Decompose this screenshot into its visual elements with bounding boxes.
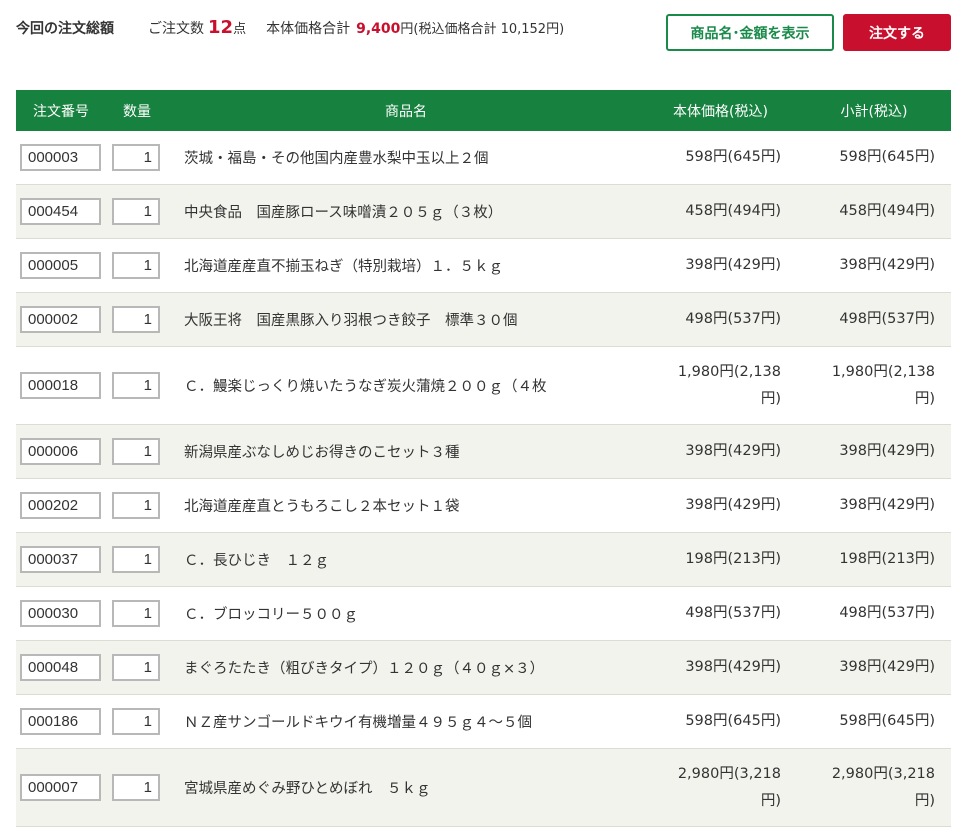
unit-price: 598円(645円) bbox=[685, 149, 781, 165]
quantity-input[interactable] bbox=[112, 198, 160, 225]
quantity-input[interactable] bbox=[112, 306, 160, 333]
quantity-input[interactable] bbox=[112, 774, 160, 801]
unit-price: 458円(494円) bbox=[685, 203, 781, 219]
subtotal: 198円(213円) bbox=[839, 551, 935, 567]
table-row: ＮＺ産サンゴールドキウイ有機増量４９５ｇ４～５個 598円(645円) 598円(6… bbox=[16, 695, 951, 749]
order-number-input[interactable] bbox=[20, 708, 101, 735]
subtotal: 498円(537円) bbox=[839, 605, 935, 621]
product-name: ＮＺ産サンゴールドキウイ有機増量４９５ｇ４～５個 bbox=[184, 715, 532, 731]
summary-title: 今回の注文総額 bbox=[16, 21, 114, 37]
subtotal: 498円(537円) bbox=[839, 311, 935, 327]
table-row: 大阪王将 国産黒豚入り羽根つき餃子 標準３０個 498円(537円) 498円(53… bbox=[16, 293, 951, 347]
product-name: 中央食品 国産豚ロース味噌漬２０５ｇ（３枚） bbox=[184, 205, 503, 221]
quantity-input[interactable] bbox=[112, 144, 160, 171]
place-order-button[interactable]: 注文する bbox=[843, 14, 951, 51]
subtotal: 398円(429円) bbox=[839, 659, 935, 675]
order-number-input[interactable] bbox=[20, 546, 101, 573]
product-name: 大阪王将 国産黒豚入り羽根つき餃子 標準３０個 bbox=[184, 313, 518, 329]
quantity-input[interactable] bbox=[112, 708, 160, 735]
order-summary: 今回の注文総額 ご注文数 12点 本体価格合計 9,400円(税込価格合計 10,152… bbox=[16, 14, 636, 43]
order-number-input[interactable] bbox=[20, 774, 101, 801]
subtotal: 598円(645円) bbox=[839, 149, 935, 165]
total-price-label: 本体価格合計 bbox=[266, 21, 351, 37]
product-name: 宮城県産めぐみ野ひとめぼれ ５ｋｇ bbox=[184, 781, 431, 797]
subtotal: 398円(429円) bbox=[839, 443, 935, 459]
product-name: 北海道産産直不揃玉ねぎ（特別栽培）１．５ｋｇ bbox=[184, 259, 503, 275]
column-header-order-number: 注文番号 bbox=[33, 103, 89, 120]
product-name: 茨城・福島・その他国内産豊水梨中玉以上２個 bbox=[184, 151, 489, 167]
order-number-input[interactable] bbox=[20, 438, 101, 465]
quantity-input[interactable] bbox=[112, 372, 160, 399]
order-count-unit: 点 bbox=[233, 22, 247, 37]
unit-price: 498円(537円) bbox=[685, 605, 781, 621]
table-row: Ｃ．長ひじき １２ｇ 198円(213円) 198円(213円) bbox=[16, 533, 951, 587]
column-header-unit-price: 本体価格(税込) bbox=[673, 103, 768, 120]
order-number-input[interactable] bbox=[20, 306, 101, 333]
order-number-input[interactable] bbox=[20, 252, 101, 279]
product-name: 新潟県産ぶなしめじお得きのこセット３種 bbox=[184, 445, 460, 461]
unit-price: 198円(213円) bbox=[685, 551, 781, 567]
order-table: 注文番号 数量 商品名 本体価格(税込) 小計(税込) 茨城・福島・その他国内産… bbox=[16, 90, 951, 827]
order-count-value: 12 bbox=[208, 17, 234, 38]
unit-price: 1,980円(2,138円) bbox=[677, 363, 781, 407]
subtotal: 1,980円(2,138円) bbox=[831, 363, 935, 407]
table-row: Ｃ．鰻楽じっくり焼いたうなぎ炭火蒲焼２００ｇ（４枚 1,980円(2,138円) 1… bbox=[16, 347, 951, 425]
table-row: Ｃ．ブロッコリー５００ｇ 498円(537円) 498円(537円) bbox=[16, 587, 951, 641]
column-header-quantity: 数量 bbox=[123, 103, 151, 120]
column-header-product-name: 商品名 bbox=[385, 103, 427, 120]
subtotal: 398円(429円) bbox=[839, 257, 935, 273]
quantity-input[interactable] bbox=[112, 252, 160, 279]
table-row: 北海道産産直不揃玉ねぎ（特別栽培）１．５ｋｇ 398円(429円) 398円(429… bbox=[16, 239, 951, 293]
table-row: 北海道産産直とうもろこし２本セット１袋 398円(429円) 398円(429円) bbox=[16, 479, 951, 533]
product-name: Ｃ．ブロッコリー５００ｇ bbox=[184, 607, 358, 623]
unit-price: 498円(537円) bbox=[685, 311, 781, 327]
column-header-subtotal: 小計(税込) bbox=[840, 103, 908, 120]
show-item-name-price-button[interactable]: 商品名･金額を表示 bbox=[666, 14, 834, 51]
quantity-input[interactable] bbox=[112, 546, 160, 573]
quantity-input[interactable] bbox=[112, 654, 160, 681]
order-number-input[interactable] bbox=[20, 600, 101, 627]
product-name: まぐろたたき（粗びきタイプ）１２０ｇ（４０ｇ×３） bbox=[184, 661, 545, 677]
quantity-input[interactable] bbox=[112, 492, 160, 519]
quantity-input[interactable] bbox=[112, 438, 160, 465]
total-price-tax-included: 円(税込価格合計 10,152円) bbox=[400, 22, 565, 37]
order-summary-page: 今回の注文総額 ご注文数 12点 本体価格合計 9,400円(税込価格合計 10,152… bbox=[0, 0, 963, 837]
table-row: 茨城・福島・その他国内産豊水梨中玉以上２個 598円(645円) 598円(645円… bbox=[16, 131, 951, 185]
subtotal: 598円(645円) bbox=[839, 713, 935, 729]
unit-price: 598円(645円) bbox=[685, 713, 781, 729]
product-name: Ｃ．長ひじき １２ｇ bbox=[184, 553, 329, 569]
table-row: 宮城県産めぐみ野ひとめぼれ ５ｋｇ 2,980円(3,218円) 2,980円(3,… bbox=[16, 749, 951, 827]
unit-price: 398円(429円) bbox=[685, 257, 781, 273]
order-number-input[interactable] bbox=[20, 654, 101, 681]
table-row: 中央食品 国産豚ロース味噌漬２０５ｇ（３枚） 458円(494円) 458円(494… bbox=[16, 185, 951, 239]
unit-price: 398円(429円) bbox=[685, 659, 781, 675]
order-table-header: 注文番号 数量 商品名 本体価格(税込) 小計(税込) bbox=[16, 90, 951, 131]
unit-price: 2,980円(3,218円) bbox=[677, 765, 781, 809]
subtotal: 398円(429円) bbox=[839, 497, 935, 513]
quantity-input[interactable] bbox=[112, 600, 160, 627]
subtotal: 2,980円(3,218円) bbox=[831, 765, 935, 809]
order-number-input[interactable] bbox=[20, 372, 101, 399]
product-name: Ｃ．鰻楽じっくり焼いたうなぎ炭火蒲焼２００ｇ（４枚 bbox=[184, 379, 547, 395]
order-count-label: ご注文数 bbox=[148, 21, 204, 37]
table-row: 新潟県産ぶなしめじお得きのこセット３種 398円(429円) 398円(429円) bbox=[16, 425, 951, 479]
order-number-input[interactable] bbox=[20, 144, 101, 171]
unit-price: 398円(429円) bbox=[685, 443, 781, 459]
order-table-body: 茨城・福島・その他国内産豊水梨中玉以上２個 598円(645円) 598円(645円… bbox=[16, 131, 951, 827]
order-number-input[interactable] bbox=[20, 198, 101, 225]
total-price-value: 9,400 bbox=[356, 21, 401, 37]
unit-price: 398円(429円) bbox=[685, 497, 781, 513]
product-name: 北海道産産直とうもろこし２本セット１袋 bbox=[184, 499, 460, 515]
order-number-input[interactable] bbox=[20, 492, 101, 519]
table-row: まぐろたたき（粗びきタイプ）１２０ｇ（４０ｇ×３） 398円(429円) 398円(… bbox=[16, 641, 951, 695]
subtotal: 458円(494円) bbox=[839, 203, 935, 219]
